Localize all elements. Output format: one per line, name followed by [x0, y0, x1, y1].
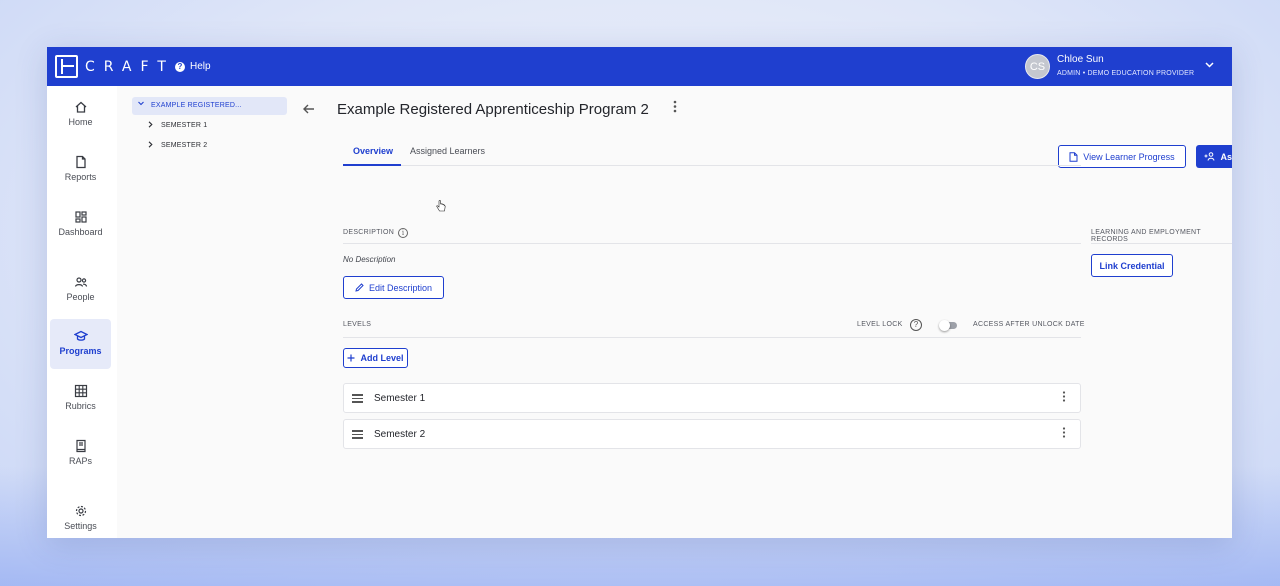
home-icon [75, 101, 86, 113]
nav-item-home[interactable]: Home [50, 90, 111, 140]
more-options-icon[interactable] [673, 100, 677, 116]
tree-item-semester-2[interactable]: SEMESTER 2 [148, 140, 268, 154]
description-divider [343, 243, 1081, 244]
link-credential-label: Link Credential [1099, 260, 1165, 271]
access-after-unlock-toggle[interactable] [939, 320, 959, 331]
nav-item-people[interactable]: People [50, 265, 111, 315]
levels-divider [343, 337, 1081, 338]
add-level-label: Add Level [360, 353, 404, 363]
help-circle-icon[interactable]: ? [910, 319, 922, 331]
help-link[interactable]: ? Help [175, 61, 211, 72]
nav-label-programs: Programs [59, 346, 102, 356]
nav-label-settings: Settings [64, 521, 97, 531]
help-icon: ? [175, 61, 185, 72]
add-person-icon [1204, 152, 1215, 161]
info-icon[interactable]: i [398, 228, 408, 238]
tree-root-label: EXAMPLE REGISTERED... [151, 102, 242, 109]
view-learner-progress-label: View Learner Progress [1083, 151, 1175, 162]
app-window: CRAFT ? Help CS Chloe Sun ADMIN • DEMO E… [47, 47, 1232, 538]
edit-description-button[interactable]: Edit Description [343, 276, 444, 299]
level-name: Semester 2 [374, 429, 426, 440]
levels-heading: LEVELS [343, 321, 372, 328]
nav-item-dashboard[interactable]: Dashboard [50, 200, 111, 250]
chevron-down-icon [1205, 60, 1214, 71]
edit-description-label: Edit Description [368, 282, 433, 293]
active-tab-indicator [343, 164, 401, 166]
logo-text[interactable]: CRAFT [85, 59, 175, 75]
plus-icon [347, 354, 355, 362]
more-options-icon[interactable] [1062, 391, 1066, 405]
main-content: Example Registered Apprenticeship Progra… [293, 86, 1232, 538]
program-tree: EXAMPLE REGISTERED... SEMESTER 1 SEMESTE… [117, 86, 293, 538]
level-row[interactable]: Semester 2 [343, 419, 1081, 449]
nav-item-settings[interactable]: Settings [50, 494, 111, 538]
nav-item-rubrics[interactable]: Rubrics [50, 374, 111, 424]
link-credential-button[interactable]: Link Credential [1091, 254, 1173, 277]
drag-handle-icon[interactable] [352, 430, 363, 439]
nav-label-people: People [66, 292, 95, 302]
help-label: Help [190, 61, 211, 72]
toggle-knob [939, 320, 950, 331]
craft-logo-icon[interactable] [55, 55, 78, 78]
tree-item-label: SEMESTER 1 [161, 122, 208, 129]
more-options-icon[interactable] [1062, 427, 1066, 441]
tabs-divider [343, 165, 1081, 166]
book-icon [75, 439, 86, 453]
chevron-down-icon [138, 101, 144, 108]
table-icon [74, 384, 87, 398]
people-icon [74, 277, 87, 287]
chevron-right-icon [148, 121, 153, 130]
nav-label-dashboard: Dashboard [58, 227, 103, 237]
assign-button[interactable]: Assign [1196, 145, 1232, 168]
nav-label-rubrics: Rubrics [65, 401, 96, 411]
tab-assigned-learners[interactable]: Assigned Learners [410, 146, 485, 156]
nav-label-home: Home [68, 117, 93, 127]
assign-label: Assign [1220, 151, 1232, 162]
file-icon [75, 155, 86, 169]
pencil-icon [355, 283, 364, 292]
nav-item-reports[interactable]: Reports [50, 145, 111, 195]
drag-handle-icon[interactable] [352, 394, 363, 403]
learning-records-heading: LEARNING AND EMPLOYMENT RECORDS [1091, 229, 1201, 243]
back-arrow-icon[interactable] [303, 101, 315, 117]
description-value: No Description [343, 255, 396, 264]
page-title: Example Registered Apprenticeship Progra… [337, 101, 649, 118]
nav-item-raps[interactable]: RAPs [50, 429, 111, 479]
grid-icon [74, 211, 87, 223]
user-role: ADMIN • DEMO EDUCATION PROVIDER [1057, 70, 1195, 77]
gear-icon [75, 505, 86, 517]
graduation-cap-icon [73, 330, 88, 341]
level-name: Semester 1 [374, 393, 426, 404]
nav-label-reports: Reports [64, 172, 97, 182]
nav-label-raps: RAPs [68, 456, 92, 466]
chevron-right-icon [148, 141, 153, 150]
tab-overview[interactable]: Overview [353, 146, 393, 156]
user-name: Chloe Sun [1057, 54, 1104, 65]
add-level-button[interactable]: Add Level [343, 348, 408, 368]
access-after-unlock-label: ACCESS AFTER UNLOCK DATE [973, 321, 1085, 328]
level-lock-label: LEVEL LOCK [857, 321, 903, 328]
user-menu[interactable]: CS Chloe Sun ADMIN • DEMO EDUCATION PROV… [1025, 54, 1225, 82]
top-bar: CRAFT ? Help CS Chloe Sun ADMIN • DEMO E… [47, 47, 1232, 86]
left-navigation: Home Reports Dashboard People Programs R… [47, 86, 117, 538]
description-heading: DESCRIPTION [343, 229, 395, 236]
nav-item-programs[interactable]: Programs [50, 319, 111, 369]
document-icon [1069, 151, 1078, 162]
tree-item-label: SEMESTER 2 [161, 142, 208, 149]
level-row[interactable]: Semester 1 [343, 383, 1081, 413]
tree-root-item[interactable]: EXAMPLE REGISTERED... [132, 97, 287, 115]
tree-item-semester-1[interactable]: SEMESTER 1 [148, 120, 268, 134]
avatar: CS [1025, 54, 1050, 79]
records-divider [1091, 243, 1232, 244]
